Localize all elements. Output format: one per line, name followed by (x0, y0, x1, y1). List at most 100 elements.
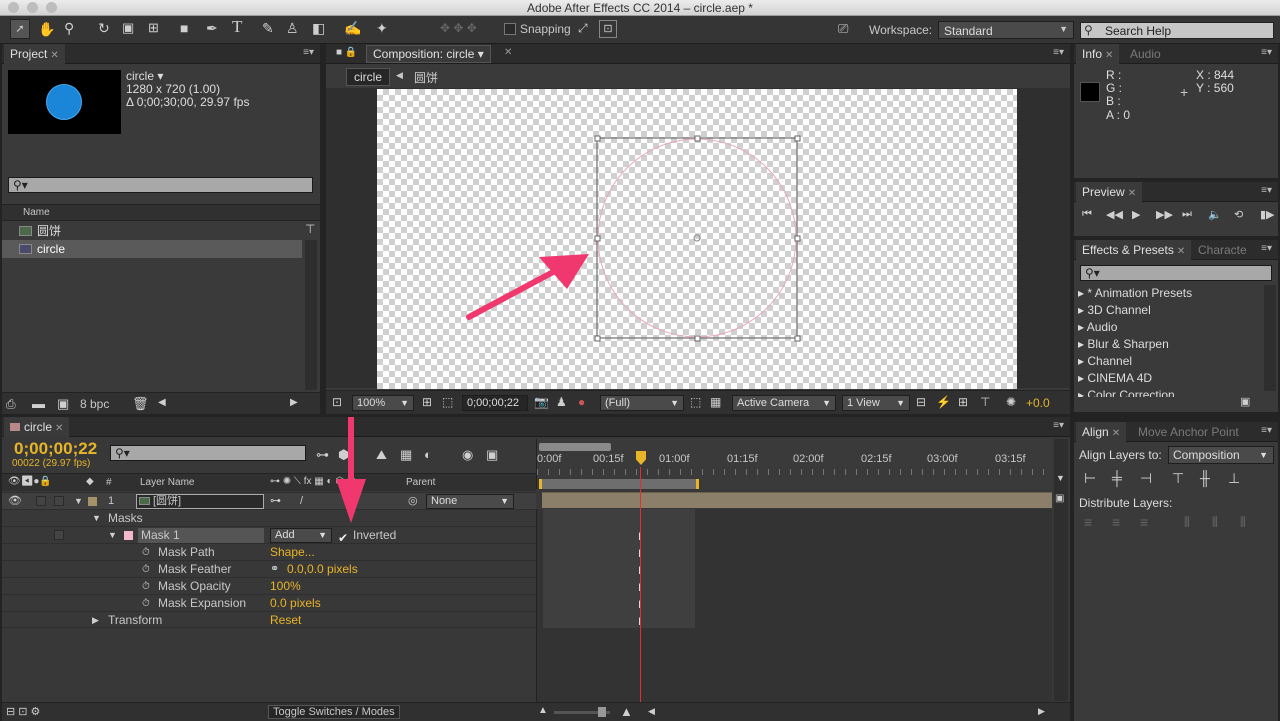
timeline-current-time[interactable]: 0;00;00;22 (14, 439, 97, 459)
tab-effects-presets[interactable]: Effects & Presets ✕ (1076, 240, 1192, 260)
layer-row[interactable]: 👁 ▼ 1 [圆饼] ⊶ / ◎ None ▼ (2, 492, 536, 509)
list-item[interactable]: ▸ * Animation Presets (1078, 285, 1262, 302)
transparency-grid-icon[interactable]: ▦ (710, 395, 721, 409)
breadcrumb-current[interactable]: circle (346, 68, 391, 86)
zoom-tool-icon[interactable]: ⚲ (64, 20, 74, 37)
selection-tool-icon[interactable]: ➚ (10, 19, 30, 39)
audio-icon[interactable]: 🔈 (1208, 208, 1222, 221)
masks-group-row[interactable]: ▼ Masks (2, 509, 536, 526)
close-icon[interactable]: ✕ (55, 423, 63, 434)
snapshot-camera-icon[interactable]: 📷 (534, 395, 549, 409)
stopwatch-icon[interactable]: ⏱ (142, 544, 150, 561)
twirl-open-icon[interactable]: ▼ (108, 527, 117, 544)
brainstorm-icon[interactable]: ▣ (486, 447, 498, 463)
close-icon[interactable]: ✕ (1177, 246, 1185, 257)
lock-icon[interactable]: ■ 🔒 (336, 47, 357, 58)
graph-editor-icon[interactable]: ◉ (462, 447, 473, 463)
search-help-field[interactable]: ⚲ Search Help (1080, 22, 1274, 39)
safe-zones-icon[interactable]: ⊞ (422, 395, 432, 409)
distribute-bottom-icon[interactable]: ≡ (1140, 514, 1148, 530)
comp-name[interactable]: circle ▾ (126, 69, 163, 83)
distribute-right-icon[interactable]: ⫴ (1240, 514, 1246, 531)
zoom-select[interactable]: 100% ▼ (352, 395, 414, 411)
puppet-tool-icon[interactable]: ✦ (376, 20, 388, 37)
transform-row[interactable]: ▶ Transform Reset (2, 611, 536, 628)
tab-timeline-circle[interactable]: circle ✕ (4, 417, 70, 437)
tab-move-anchor-point[interactable]: Move Anchor Point (1132, 422, 1245, 442)
stopwatch-icon[interactable]: ⏱ (142, 578, 150, 595)
camera-tool-icon[interactable]: ▣ (122, 20, 134, 36)
list-item[interactable]: ▸ CINEMA 4D (1078, 370, 1262, 387)
panel-menu-icon[interactable]: ≡▾ (1261, 47, 1272, 58)
text-tool-icon[interactable]: T (232, 17, 242, 37)
link-icon[interactable]: ⚭ (270, 561, 279, 578)
rotate-tool-icon[interactable]: ↻ (98, 20, 110, 37)
comp-button-icon[interactable]: ▣ (1055, 493, 1064, 504)
bounding-box-handles[interactable] (594, 135, 801, 342)
exposure-value[interactable]: +0.0 (1026, 396, 1050, 410)
list-item[interactable]: ▸ Color Correction (1078, 387, 1262, 397)
close-icon[interactable]: ✕ (50, 50, 58, 61)
align-top-icon[interactable]: ⊤ (1172, 470, 1184, 487)
close-icon[interactable]: ✕ (1105, 50, 1113, 61)
clone-stamp-tool-icon[interactable]: ♙ (286, 20, 299, 37)
timeline-scrollbar[interactable]: ▣ ▼ (1054, 439, 1068, 701)
mask-mode-select[interactable]: Add ▼ (270, 528, 332, 543)
zoom-slider-thumb[interactable] (598, 707, 606, 717)
pickwhip-icon[interactable]: ◎ (408, 493, 418, 510)
list-item-selected[interactable]: circle (2, 240, 302, 258)
timeline-search-input[interactable]: ⚲▾ (110, 445, 306, 461)
solo-box[interactable] (36, 496, 46, 506)
flowchart-icon[interactable]: ⊤ (980, 395, 990, 409)
project-scrollbar[interactable] (305, 240, 317, 390)
zoom-in-mountain-icon[interactable]: ▲ (620, 704, 633, 719)
workspace-select[interactable]: Standard ▼ (938, 21, 1074, 39)
scroll-left-icon[interactable]: ◀ (648, 706, 655, 717)
parent-select[interactable]: None ▼ (426, 494, 514, 509)
ram-preview-icon[interactable]: ▮▶ (1260, 208, 1275, 221)
camera-select[interactable]: Active Camera ▼ (732, 395, 836, 411)
tab-project[interactable]: Project ✕ (4, 44, 65, 64)
transform-reset[interactable]: Reset (270, 612, 301, 629)
align-to-select[interactable]: Composition ▼ (1168, 446, 1274, 464)
distribute-vertical-center-icon[interactable]: ≡ (1112, 514, 1120, 530)
brush-tool-icon[interactable]: ✎ (262, 20, 274, 37)
eye-icon[interactable]: 👁 (8, 493, 22, 510)
pen-tool-icon[interactable]: ✒ (206, 20, 218, 37)
stopwatch-icon[interactable]: ⏱ (142, 595, 150, 612)
anchor-point-icon[interactable] (693, 234, 701, 242)
property-value[interactable]: Shape... (270, 544, 315, 561)
close-icon[interactable]: ✕ (1128, 188, 1136, 199)
timeline-icon[interactable]: ⊞ (958, 395, 968, 409)
property-value[interactable]: 0.0 pixels (270, 595, 321, 612)
exposure-icon[interactable]: ✺ (1006, 395, 1016, 409)
distribute-horizontal-center-icon[interactable]: ⫴ (1212, 514, 1218, 531)
list-item[interactable]: ▸ Channel (1078, 353, 1262, 370)
snapping-checkbox[interactable] (504, 23, 516, 35)
frame-blending-icon[interactable]: ▦ (400, 447, 412, 463)
distribute-left-icon[interactable]: ⫴ (1184, 514, 1190, 531)
panel-menu-icon[interactable]: ≡▾ (1053, 420, 1064, 431)
motion-blur-icon[interactable]: ◐ (424, 447, 432, 462)
show-snapshot-icon[interactable]: ♟ (556, 395, 567, 409)
shy-icon[interactable]: ⛰ (376, 447, 387, 463)
panel-menu-icon[interactable]: ≡▾ (1261, 185, 1272, 196)
list-item[interactable]: ▸ Audio (1078, 319, 1262, 336)
zoom-out-mountain-icon[interactable]: ▲ (538, 705, 548, 716)
list-item[interactable]: ▸ Blur & Sharpen (1078, 336, 1262, 353)
tab-align[interactable]: Align ✕ (1076, 422, 1127, 442)
interpret-footage-icon[interactable]: ⎙ (6, 397, 16, 412)
play-icon[interactable]: ▶ (1132, 208, 1140, 221)
tab-composition[interactable]: Composition: circle ▾ (366, 45, 491, 63)
scroll-right-icon[interactable]: ▶ (290, 397, 298, 408)
tab-audio[interactable]: Audio (1124, 44, 1167, 64)
align-left-icon[interactable]: ⊢ (1084, 470, 1096, 487)
region-of-interest-icon[interactable]: ⬚ (690, 395, 701, 409)
effects-scrollbar[interactable] (1264, 285, 1276, 391)
mask-lock-box[interactable] (54, 530, 64, 540)
color-channel-icon[interactable]: ● (578, 395, 585, 409)
layer-name-field[interactable]: [圆饼] (136, 494, 264, 509)
property-value[interactable]: 0.0,0.0 pixels (287, 561, 358, 578)
property-value[interactable]: 100% (270, 578, 301, 595)
align-vertical-center-icon[interactable]: ╫ (1200, 470, 1210, 486)
